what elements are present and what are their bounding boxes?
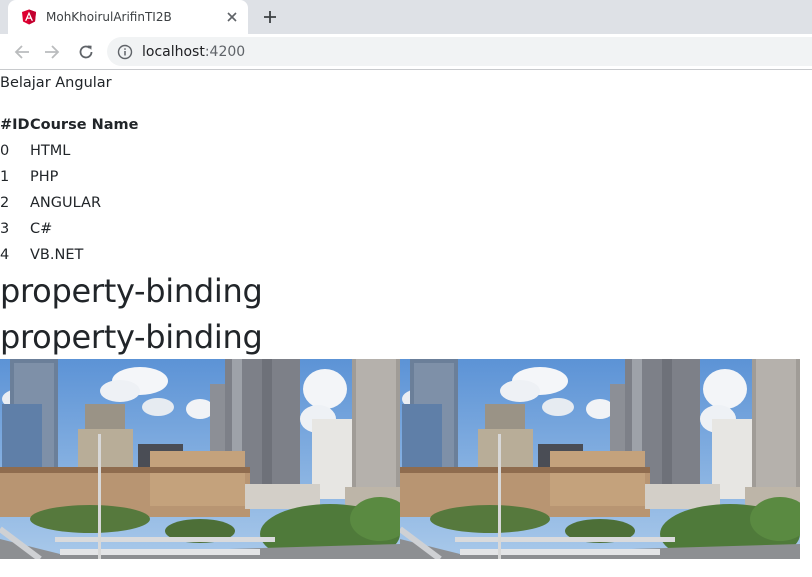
- back-arrow-icon[interactable]: [12, 42, 32, 62]
- course-id-cell: 0: [0, 143, 10, 159]
- page-title: Belajar Angular: [0, 75, 112, 91]
- course-id-cell: 4: [0, 247, 10, 263]
- table-row: 0 HTML: [0, 138, 138, 164]
- course-name-cell: HTML: [30, 143, 71, 159]
- url-host: localhost: [142, 43, 205, 60]
- column-header-id: #ID: [0, 117, 30, 133]
- table-row: 4 VB.NET: [0, 242, 138, 268]
- table-row: 3 C#: [0, 216, 138, 242]
- image-row: [0, 359, 800, 559]
- course-name-cell: C#: [30, 221, 53, 237]
- property-binding-heading: property-binding: [0, 272, 263, 310]
- new-tab-icon[interactable]: [260, 7, 280, 27]
- browser-tab[interactable]: MohKhoirulArifinTI2B: [8, 0, 248, 34]
- course-id-cell: 2: [0, 195, 10, 211]
- course-name-cell: PHP: [30, 169, 59, 185]
- table-header-row: #ID Course Name: [0, 112, 138, 138]
- address-bar[interactable]: localhost:4200: [107, 37, 812, 66]
- course-table: #ID Course Name 0 HTML 1 PHP 2 ANGULAR 3…: [0, 112, 138, 268]
- property-binding-heading: property-binding: [0, 318, 263, 356]
- browser-tab-strip: MohKhoirulArifinTI2B: [0, 0, 812, 34]
- angular-icon: [22, 9, 36, 25]
- course-name-cell: VB.NET: [30, 247, 84, 263]
- course-name-cell: ANGULAR: [30, 195, 102, 211]
- city-skyline-photo: [400, 359, 800, 559]
- table-row: 1 PHP: [0, 164, 138, 190]
- tab-title: MohKhoirulArifinTI2B: [46, 10, 172, 24]
- url-port: :4200: [204, 43, 246, 60]
- browser-toolbar: localhost:4200: [0, 34, 812, 70]
- forward-arrow-icon[interactable]: [42, 42, 62, 62]
- city-skyline-photo: [0, 359, 400, 559]
- url-text: localhost:4200: [142, 44, 245, 60]
- column-header-course-name: Course Name: [30, 117, 139, 133]
- info-icon[interactable]: [117, 44, 133, 60]
- course-id-cell: 1: [0, 169, 10, 185]
- page-content: Belajar Angular #ID Course Name 0 HTML 1…: [0, 70, 812, 360]
- reload-icon[interactable]: [76, 42, 96, 62]
- course-id-cell: 3: [0, 221, 10, 237]
- close-tab-icon[interactable]: [224, 9, 240, 25]
- table-row: 2 ANGULAR: [0, 190, 138, 216]
